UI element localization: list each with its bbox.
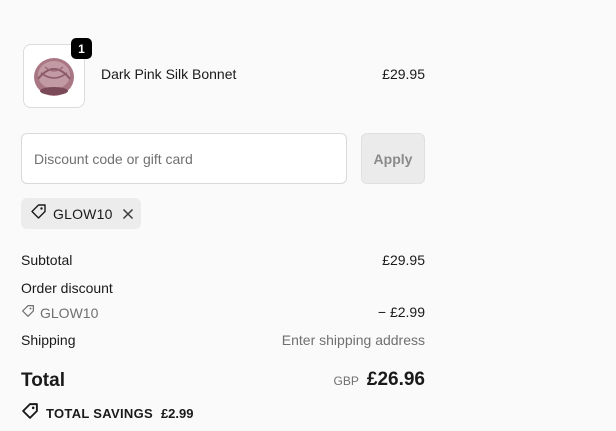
- order-discount-label: Order discount: [21, 280, 113, 296]
- shipping-label: Shipping: [21, 332, 76, 348]
- savings-tag-icon: [21, 402, 39, 425]
- product-name: Dark Pink Silk Bonnet: [101, 66, 237, 82]
- bonnet-product-image: [34, 58, 74, 96]
- apply-discount-button[interactable]: Apply: [361, 133, 425, 184]
- total-amount: £26.96: [366, 369, 425, 390]
- shipping-value: Enter shipping address: [281, 332, 425, 348]
- applied-code-label: GLOW10: [53, 205, 113, 222]
- savings-amount: £2.99: [160, 406, 194, 421]
- line-item: 1 Dark Pink Silk Bonnet £29.95: [21, 38, 425, 108]
- product-price: £29.95: [382, 66, 425, 82]
- order-discount-row: Order discount: [21, 280, 425, 296]
- subtotal-label: Subtotal: [21, 252, 73, 268]
- shipping-row: Shipping Enter shipping address: [21, 332, 425, 348]
- discount-code-label: GLOW10: [40, 304, 99, 321]
- tag-icon: [30, 203, 47, 225]
- remove-discount-icon[interactable]: [122, 208, 134, 220]
- subtotal-value: £29.95: [382, 252, 425, 268]
- tag-icon: [21, 304, 35, 321]
- total-label: Total: [21, 370, 65, 391]
- discount-value: − £2.99: [377, 304, 425, 320]
- subtotal-row: Subtotal £29.95: [21, 252, 425, 268]
- total-savings: TOTAL SAVINGS £2.99: [21, 402, 194, 425]
- savings-label: TOTAL SAVINGS: [46, 406, 153, 421]
- applied-discount-chip: GLOW10: [21, 198, 141, 229]
- total-amount-group: GBP £26.96: [334, 369, 425, 391]
- currency-code: GBP: [333, 374, 359, 388]
- discount-code-input[interactable]: [21, 133, 347, 184]
- discount-code-row: GLOW10 − £2.99: [21, 304, 425, 321]
- order-summary: 1 Dark Pink Silk Bonnet £29.95 Apply GLO…: [0, 0, 616, 431]
- quantity-badge: 1: [71, 38, 92, 59]
